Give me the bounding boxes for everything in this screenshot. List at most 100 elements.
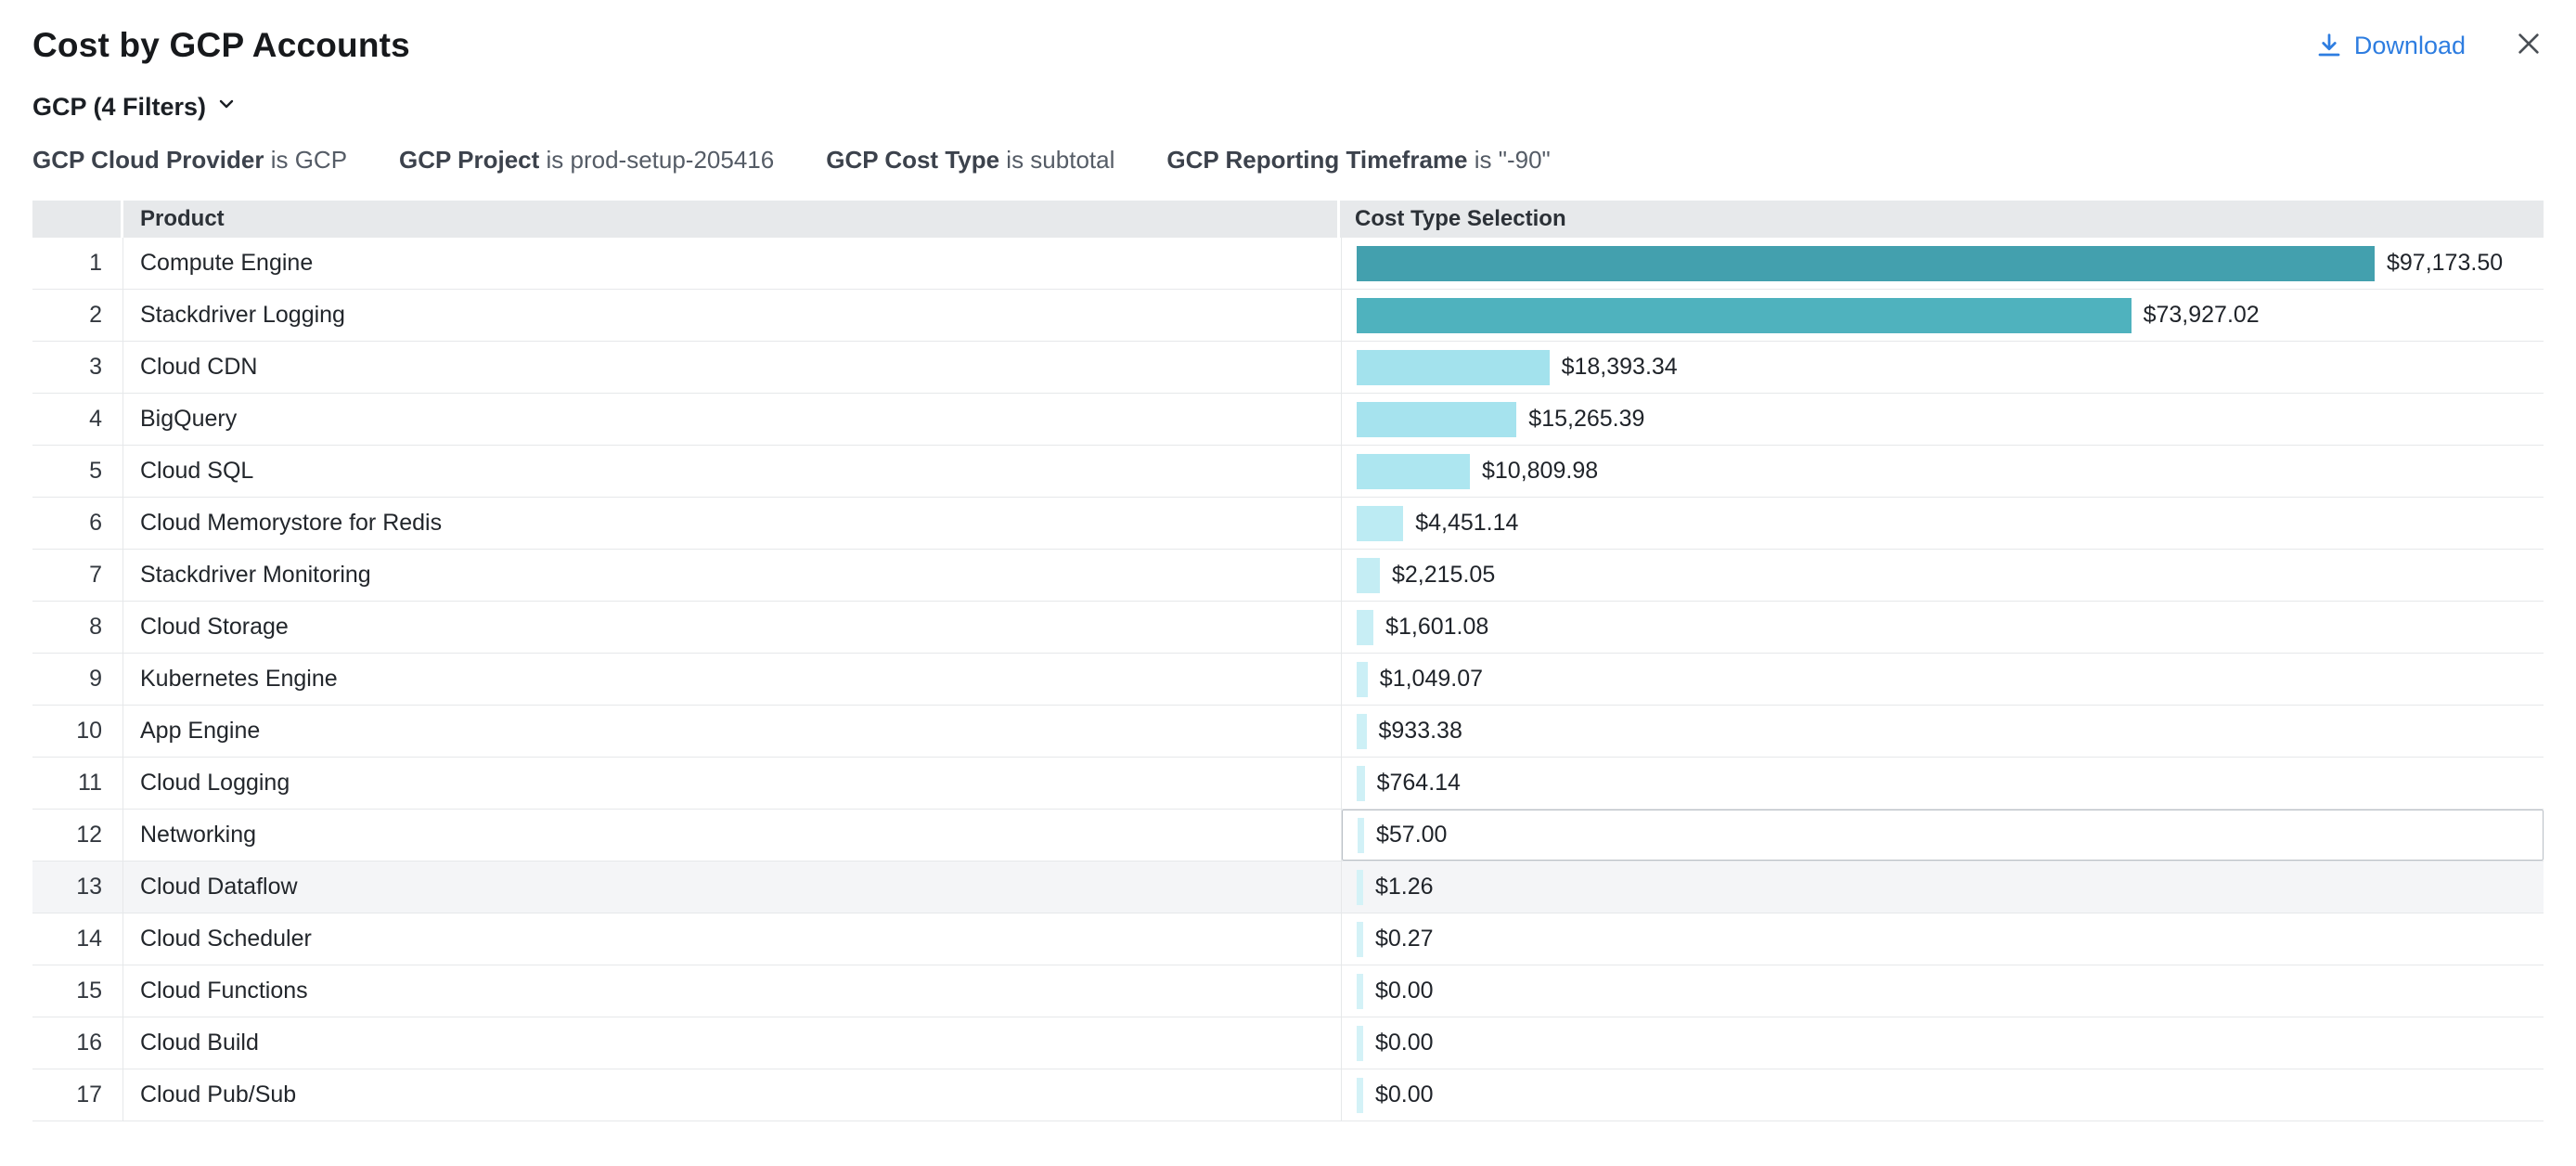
cost-cell[interactable]: $57.00 [1342, 810, 2544, 861]
product-name: Cloud Logging [123, 758, 1342, 809]
cost-bar [1357, 454, 1470, 489]
row-index: 9 [32, 654, 123, 705]
table-row[interactable]: 1 Compute Engine $97,173.50 [32, 238, 2544, 290]
product-name: Cloud Memorystore for Redis [123, 498, 1342, 549]
cost-cell[interactable]: $1.26 [1342, 862, 2544, 913]
cost-cell[interactable]: $15,265.39 [1342, 394, 2544, 445]
cost-bar [1357, 558, 1380, 593]
product-name: Cloud Pub/Sub [123, 1069, 1342, 1121]
cost-value: $764.14 [1377, 770, 1461, 797]
cost-cell[interactable]: $1,601.08 [1342, 602, 2544, 653]
filter-chip[interactable]: GCP Cloud Provider is GCP [32, 146, 347, 175]
active-filters-list: GCP Cloud Provider is GCP GCP Project is… [32, 146, 2544, 175]
filter-condition: is prod-setup-205416 [547, 146, 775, 174]
table-row[interactable]: 10 App Engine $933.38 [32, 706, 2544, 758]
product-name: Stackdriver Monitoring [123, 550, 1342, 601]
cost-table: Product Cost Type Selection 1 Compute En… [32, 201, 2544, 1121]
product-name: Cloud Scheduler [123, 913, 1342, 965]
cost-cell[interactable]: $97,173.50 [1342, 238, 2544, 289]
cost-cell[interactable]: $0.00 [1342, 1017, 2544, 1069]
close-button[interactable] [2514, 29, 2544, 63]
table-row[interactable]: 14 Cloud Scheduler $0.27 [32, 913, 2544, 965]
table-row[interactable]: 4 BigQuery $15,265.39 [32, 394, 2544, 446]
table-row[interactable]: 7 Stackdriver Monitoring $2,215.05 [32, 550, 2544, 602]
table-row[interactable]: 6 Cloud Memorystore for Redis $4,451.14 [32, 498, 2544, 550]
table-row[interactable]: 3 Cloud CDN $18,393.34 [32, 342, 2544, 394]
filter-chip[interactable]: GCP Cost Type is subtotal [826, 146, 1114, 175]
product-name: Compute Engine [123, 238, 1342, 289]
cost-value: $97,173.50 [2387, 250, 2503, 277]
column-header-cost: Cost Type Selection [1340, 201, 2544, 238]
table-body: 1 Compute Engine $97,173.50 2 Stackdrive… [32, 238, 2544, 1121]
cost-value: $15,265.39 [1528, 406, 1644, 433]
cost-cell[interactable]: $0.00 [1342, 965, 2544, 1017]
cost-bar [1357, 922, 1363, 957]
column-header-product: Product [123, 201, 1340, 238]
row-index: 2 [32, 290, 123, 341]
page-title: Cost by GCP Accounts [32, 26, 410, 65]
table-row[interactable]: 12 Networking $57.00 [32, 810, 2544, 862]
filter-chip[interactable]: GCP Project is prod-setup-205416 [399, 146, 774, 175]
cost-cell[interactable]: $0.00 [1342, 1069, 2544, 1121]
table-row[interactable]: 17 Cloud Pub/Sub $0.00 [32, 1069, 2544, 1121]
row-index: 13 [32, 862, 123, 913]
product-name: Cloud Functions [123, 965, 1342, 1017]
filter-name: GCP Reporting Timeframe [1166, 146, 1474, 174]
cost-cell[interactable]: $933.38 [1342, 706, 2544, 757]
cost-cell[interactable]: $2,215.05 [1342, 550, 2544, 601]
chevron-down-icon [215, 93, 238, 122]
row-index: 12 [32, 810, 123, 861]
cost-bar [1357, 1026, 1363, 1061]
table-row[interactable]: 2 Stackdriver Logging $73,927.02 [32, 290, 2544, 342]
cost-bar [1357, 1078, 1363, 1113]
cost-bar [1357, 298, 2132, 333]
row-index: 14 [32, 913, 123, 965]
cost-value: $1,049.07 [1380, 666, 1483, 693]
cost-by-gcp-modal: Cost by GCP Accounts Download GCP (4 [0, 0, 2576, 1166]
cost-cell[interactable]: $10,809.98 [1342, 446, 2544, 497]
table-row[interactable]: 15 Cloud Functions $0.00 [32, 965, 2544, 1017]
download-icon [2315, 32, 2343, 59]
table-header-row: Product Cost Type Selection [32, 201, 2544, 238]
download-button[interactable]: Download [2315, 32, 2466, 60]
cost-value: $10,809.98 [1482, 458, 1598, 485]
cost-cell[interactable]: $18,393.34 [1342, 342, 2544, 393]
close-icon [2514, 29, 2544, 63]
cost-cell[interactable]: $1,049.07 [1342, 654, 2544, 705]
row-index: 7 [32, 550, 123, 601]
product-name: Cloud CDN [123, 342, 1342, 393]
cost-value: $0.27 [1375, 926, 1434, 952]
cost-cell[interactable]: $764.14 [1342, 758, 2544, 809]
cost-bar [1357, 766, 1365, 801]
table-row[interactable]: 13 Cloud Dataflow $1.26 [32, 862, 2544, 913]
cost-cell[interactable]: $0.27 [1342, 913, 2544, 965]
row-index: 3 [32, 342, 123, 393]
cost-value: $0.00 [1375, 1030, 1434, 1056]
table-row[interactable]: 8 Cloud Storage $1,601.08 [32, 602, 2544, 654]
table-row[interactable]: 16 Cloud Build $0.00 [32, 1017, 2544, 1069]
filter-chip[interactable]: GCP Reporting Timeframe is "-90" [1166, 146, 1550, 175]
cost-cell[interactable]: $4,451.14 [1342, 498, 2544, 549]
filter-name: GCP Project [399, 146, 546, 174]
product-name: Kubernetes Engine [123, 654, 1342, 705]
modal-header: Cost by GCP Accounts Download [32, 0, 2544, 69]
table-row[interactable]: 11 Cloud Logging $764.14 [32, 758, 2544, 810]
filters-summary-toggle[interactable]: GCP (4 Filters) [32, 93, 238, 122]
cost-value: $0.00 [1375, 1082, 1434, 1108]
cost-bar [1357, 610, 1373, 645]
row-index: 15 [32, 965, 123, 1017]
table-row[interactable]: 9 Kubernetes Engine $1,049.07 [32, 654, 2544, 706]
cost-cell[interactable]: $73,927.02 [1342, 290, 2544, 341]
cost-value: $1.26 [1375, 874, 1434, 900]
filter-name: GCP Cloud Provider [32, 146, 271, 174]
product-name: App Engine [123, 706, 1342, 757]
cost-value: $1,601.08 [1385, 614, 1488, 641]
cost-bar [1357, 506, 1403, 541]
table-row[interactable]: 5 Cloud SQL $10,809.98 [32, 446, 2544, 498]
row-index: 4 [32, 394, 123, 445]
cost-bar [1357, 402, 1516, 437]
product-name: Networking [123, 810, 1342, 861]
row-index: 11 [32, 758, 123, 809]
cost-bar [1357, 662, 1368, 697]
cost-bar [1357, 350, 1550, 385]
